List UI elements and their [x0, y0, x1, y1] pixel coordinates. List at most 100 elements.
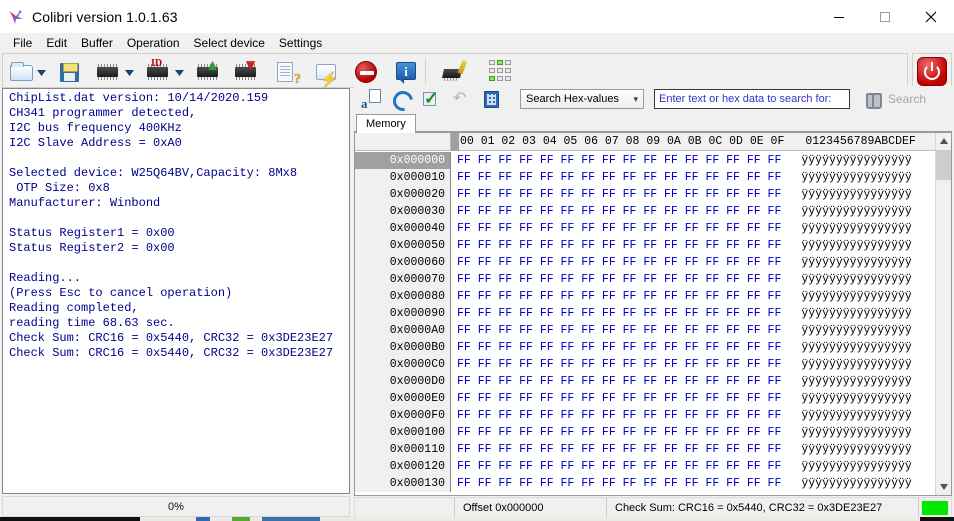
hex-vertical-scrollbar[interactable] [935, 133, 951, 495]
hex-row[interactable]: 0x0000A0 FF FF FF FF FF FF FF FF FF FF FF… [355, 322, 935, 339]
hex-row-ascii[interactable]: ÿÿÿÿÿÿÿÿÿÿÿÿÿÿÿÿ [781, 358, 911, 371]
hex-row-bytes[interactable]: FF FF FF FF FF FF FF FF FF FF FF FF FF F… [451, 307, 781, 320]
search-mode-select[interactable]: Search Hex-values ▾ [520, 89, 644, 109]
menu-item-file[interactable]: File [6, 34, 39, 53]
pin-detect-button[interactable] [487, 57, 517, 86]
hex-row[interactable]: 0x000110 FF FF FF FF FF FF FF FF FF FF FF… [355, 441, 935, 458]
open-file-button[interactable] [7, 57, 37, 86]
hex-row-bytes[interactable]: FF FF FF FF FF FF FF FF FF FF FF FF FF F… [451, 426, 781, 439]
hex-row-ascii[interactable]: ÿÿÿÿÿÿÿÿÿÿÿÿÿÿÿÿ [781, 188, 911, 201]
hex-row-bytes[interactable]: FF FF FF FF FF FF FF FF FF FF FF FF FF F… [451, 154, 781, 167]
insert-data-button[interactable]: a [358, 87, 384, 111]
hex-row[interactable]: 0x000090 FF FF FF FF FF FF FF FF FF FF FF… [355, 305, 935, 322]
hex-row-ascii[interactable]: ÿÿÿÿÿÿÿÿÿÿÿÿÿÿÿÿ [781, 307, 911, 320]
read-chip-button[interactable] [93, 57, 123, 86]
close-button[interactable] [908, 0, 954, 33]
log-panel[interactable]: ChipList.dat version: 10/14/2020.159 CH3… [2, 88, 350, 494]
hex-row-bytes[interactable]: FF FF FF FF FF FF FF FF FF FF FF FF FF F… [451, 256, 781, 269]
save-file-button[interactable] [55, 57, 85, 86]
hex-row[interactable]: 0x000000 FF FF FF FF FF FF FF FF FF FF FF… [355, 152, 935, 169]
search-input-wrapper[interactable]: Enter text or hex data to search for: [654, 89, 850, 109]
search-button[interactable]: Search [866, 88, 952, 110]
undo-button[interactable]: ↶ [448, 87, 474, 111]
hex-row-bytes[interactable]: FF FF FF FF FF FF FF FF FF FF FF FF FF F… [451, 443, 781, 456]
hex-row-ascii[interactable]: ÿÿÿÿÿÿÿÿÿÿÿÿÿÿÿÿ [781, 341, 911, 354]
hex-rows[interactable]: 0x000000 FF FF FF FF FF FF FF FF FF FF FF… [355, 152, 935, 495]
open-file-dropdown[interactable] [37, 68, 46, 77]
read-chip-dropdown[interactable] [125, 68, 134, 77]
minimize-button[interactable] [816, 0, 862, 33]
read-from-chip-button[interactable]: ▲ [193, 57, 223, 86]
calculator-button[interactable] [478, 87, 504, 111]
menu-item-edit[interactable]: Edit [39, 34, 74, 53]
hex-editor[interactable]: 00 01 02 03 04 05 06 07 08 09 0A 0B 0C 0… [354, 132, 952, 496]
hex-row[interactable]: 0x0000B0 FF FF FF FF FF FF FF FF FF FF FF… [355, 339, 935, 356]
info-button[interactable] [391, 57, 421, 86]
apply-check-button[interactable]: ✓ [418, 87, 444, 111]
hex-row[interactable]: 0x000130 FF FF FF FF FF FF FF FF FF FF FF… [355, 475, 935, 492]
script-button[interactable]: ⚡ [311, 57, 341, 86]
hex-row-ascii[interactable]: ÿÿÿÿÿÿÿÿÿÿÿÿÿÿÿÿ [781, 205, 911, 218]
hex-row[interactable]: 0x0000F0 FF FF FF FF FF FF FF FF FF FF FF… [355, 407, 935, 424]
hex-row-bytes[interactable]: FF FF FF FF FF FF FF FF FF FF FF FF FF F… [451, 290, 781, 303]
hex-row-ascii[interactable]: ÿÿÿÿÿÿÿÿÿÿÿÿÿÿÿÿ [781, 324, 911, 337]
hex-row[interactable]: 0x000100 FF FF FF FF FF FF FF FF FF FF FF… [355, 424, 935, 441]
write-to-chip-button[interactable]: ▼ [231, 57, 261, 86]
hex-row-bytes[interactable]: FF FF FF FF FF FF FF FF FF FF FF FF FF F… [451, 409, 781, 422]
hex-row-bytes[interactable]: FF FF FF FF FF FF FF FF FF FF FF FF FF F… [451, 477, 781, 490]
hex-row[interactable]: 0x000070 FF FF FF FF FF FF FF FF FF FF FF… [355, 271, 935, 288]
hex-row-bytes[interactable]: FF FF FF FF FF FF FF FF FF FF FF FF FF F… [451, 460, 781, 473]
menu-item-buffer[interactable]: Buffer [74, 34, 120, 53]
hex-row-bytes[interactable]: FF FF FF FF FF FF FF FF FF FF FF FF FF F… [451, 392, 781, 405]
hex-row-bytes[interactable]: FF FF FF FF FF FF FF FF FF FF FF FF FF F… [451, 205, 781, 218]
erase-chip-button[interactable] [439, 57, 469, 86]
hex-row-bytes[interactable]: FF FF FF FF FF FF FF FF FF FF FF FF FF F… [451, 239, 781, 252]
scrollbar-thumb[interactable] [936, 150, 951, 180]
maximize-button[interactable] [862, 0, 908, 33]
stop-button[interactable] [351, 57, 381, 86]
menu-item-operation[interactable]: Operation [120, 34, 187, 53]
hex-row-ascii[interactable]: ÿÿÿÿÿÿÿÿÿÿÿÿÿÿÿÿ [781, 154, 911, 167]
tab-memory[interactable]: Memory [356, 114, 416, 133]
hex-row-ascii[interactable]: ÿÿÿÿÿÿÿÿÿÿÿÿÿÿÿÿ [781, 222, 911, 235]
hex-row-bytes[interactable]: FF FF FF FF FF FF FF FF FF FF FF FF FF F… [451, 273, 781, 286]
hex-row-bytes[interactable]: FF FF FF FF FF FF FF FF FF FF FF FF FF F… [451, 324, 781, 337]
hex-row[interactable]: 0x000020 FF FF FF FF FF FF FF FF FF FF FF… [355, 186, 935, 203]
hex-row-ascii[interactable]: ÿÿÿÿÿÿÿÿÿÿÿÿÿÿÿÿ [781, 256, 911, 269]
hex-row-ascii[interactable]: ÿÿÿÿÿÿÿÿÿÿÿÿÿÿÿÿ [781, 239, 911, 252]
search-input[interactable]: Enter text or hex data to search for: [659, 93, 831, 105]
hex-row-ascii[interactable]: ÿÿÿÿÿÿÿÿÿÿÿÿÿÿÿÿ [781, 273, 911, 286]
power-button[interactable] [917, 57, 947, 86]
hex-row-ascii[interactable]: ÿÿÿÿÿÿÿÿÿÿÿÿÿÿÿÿ [781, 477, 911, 490]
menu-item-select-device[interactable]: Select device [187, 34, 272, 53]
hex-row-ascii[interactable]: ÿÿÿÿÿÿÿÿÿÿÿÿÿÿÿÿ [781, 290, 911, 303]
hex-row-ascii[interactable]: ÿÿÿÿÿÿÿÿÿÿÿÿÿÿÿÿ [781, 171, 911, 184]
hex-row-ascii[interactable]: ÿÿÿÿÿÿÿÿÿÿÿÿÿÿÿÿ [781, 375, 911, 388]
hex-row[interactable]: 0x000050 FF FF FF FF FF FF FF FF FF FF FF… [355, 237, 935, 254]
hex-row-bytes[interactable]: FF FF FF FF FF FF FF FF FF FF FF FF FF F… [451, 222, 781, 235]
hex-row[interactable]: 0x0000E0 FF FF FF FF FF FF FF FF FF FF FF… [355, 390, 935, 407]
hex-row-bytes[interactable]: FF FF FF FF FF FF FF FF FF FF FF FF FF F… [451, 188, 781, 201]
chip-id-button[interactable]: ID [143, 57, 173, 86]
hex-row-bytes[interactable]: FF FF FF FF FF FF FF FF FF FF FF FF FF F… [451, 375, 781, 388]
hex-row[interactable]: 0x000030 FF FF FF FF FF FF FF FF FF FF FF… [355, 203, 935, 220]
hex-row[interactable]: 0x000040 FF FF FF FF FF FF FF FF FF FF FF… [355, 220, 935, 237]
refresh-button[interactable] [388, 87, 414, 111]
hex-row-ascii[interactable]: ÿÿÿÿÿÿÿÿÿÿÿÿÿÿÿÿ [781, 426, 911, 439]
scroll-down-button[interactable] [936, 479, 951, 495]
chip-id-dropdown[interactable] [175, 68, 184, 77]
scroll-up-button[interactable] [936, 133, 951, 149]
verify-button[interactable]: ? [271, 57, 301, 86]
hex-row-ascii[interactable]: ÿÿÿÿÿÿÿÿÿÿÿÿÿÿÿÿ [781, 409, 911, 422]
hex-row[interactable]: 0x0000D0 FF FF FF FF FF FF FF FF FF FF FF… [355, 373, 935, 390]
hex-row-bytes[interactable]: FF FF FF FF FF FF FF FF FF FF FF FF FF F… [451, 358, 781, 371]
hex-row[interactable]: 0x000060 FF FF FF FF FF FF FF FF FF FF FF… [355, 254, 935, 271]
hex-row[interactable]: 0x0000C0 FF FF FF FF FF FF FF FF FF FF FF… [355, 356, 935, 373]
hex-row[interactable]: 0x000120 FF FF FF FF FF FF FF FF FF FF FF… [355, 458, 935, 475]
menu-item-settings[interactable]: Settings [272, 34, 329, 53]
hex-row[interactable]: 0x000010 FF FF FF FF FF FF FF FF FF FF FF… [355, 169, 935, 186]
hex-row[interactable]: 0x000080 FF FF FF FF FF FF FF FF FF FF FF… [355, 288, 935, 305]
hex-row-bytes[interactable]: FF FF FF FF FF FF FF FF FF FF FF FF FF F… [451, 171, 781, 184]
hex-row-ascii[interactable]: ÿÿÿÿÿÿÿÿÿÿÿÿÿÿÿÿ [781, 392, 911, 405]
hex-row-ascii[interactable]: ÿÿÿÿÿÿÿÿÿÿÿÿÿÿÿÿ [781, 460, 911, 473]
